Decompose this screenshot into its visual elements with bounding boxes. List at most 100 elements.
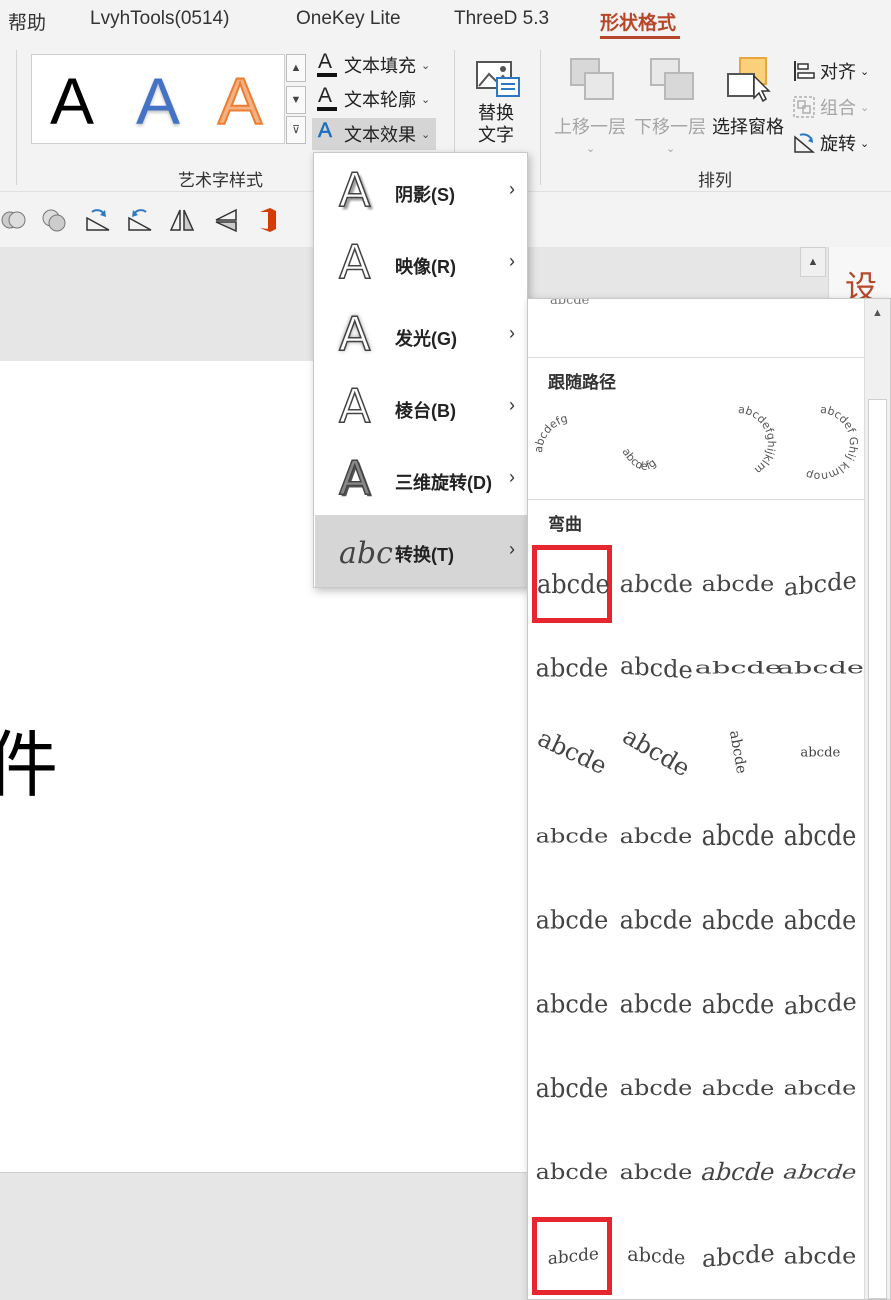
tab-onekey-lite[interactable]: OneKey Lite xyxy=(296,8,401,30)
tab-lvyhtools[interactable]: LvyhTools(0514) xyxy=(90,8,229,30)
warp-style-tile[interactable]: abcde xyxy=(780,545,860,623)
warp-style-tile[interactable]: abcde xyxy=(616,545,696,623)
warp-style-tile[interactable]: abcde xyxy=(780,1217,860,1295)
warp-style-tile[interactable]: abcde xyxy=(698,1049,778,1127)
rotate-right-icon[interactable] xyxy=(84,206,112,234)
warp-tile-text: abcde xyxy=(619,651,693,685)
group-label: 组合 xyxy=(820,98,856,118)
warp-style-tile[interactable]: abcde xyxy=(780,713,860,791)
gallery-scroll-up-button[interactable]: ▲ xyxy=(865,301,890,325)
align-label: 对齐 xyxy=(820,62,856,82)
text-effects-icon: A xyxy=(318,119,333,143)
warp-style-tile[interactable]: abcde xyxy=(532,1217,612,1295)
warp-style-tile[interactable]: abcde xyxy=(698,881,778,959)
text-fill-label: 文本填充 xyxy=(344,56,416,76)
warp-style-tile[interactable]: abcde xyxy=(694,629,781,707)
warp-style-tile[interactable]: abcde xyxy=(616,965,696,1043)
send-backward-button[interactable]: 下移一层 ⌄ xyxy=(634,54,710,164)
warp-style-tile[interactable]: abcde xyxy=(780,1049,860,1127)
bring-forward-label: 上移一层 xyxy=(554,117,626,137)
tab-threed[interactable]: ThreeD 5.3 xyxy=(454,8,549,30)
tab-help[interactable]: 帮助 xyxy=(8,8,46,35)
tab-shape-format[interactable]: 形状格式 xyxy=(600,8,676,35)
warp-style-tile[interactable]: abcde xyxy=(616,797,696,875)
menu-item-shadow[interactable]: A 阴影(S) › xyxy=(315,155,527,227)
warp-tile-text: abcde xyxy=(701,1076,775,1100)
warp-tile-text: abcde xyxy=(694,658,782,678)
chevron-down-icon: ⌄ xyxy=(421,128,431,141)
flip-horizontal-icon[interactable] xyxy=(168,206,196,234)
wordart-style-blue[interactable]: A xyxy=(136,61,180,141)
menu-item-transform[interactable]: abc 转换(T) › xyxy=(315,515,527,587)
menu-item-reflection[interactable]: A 映像(R) › xyxy=(315,227,527,299)
warp-tile-text: abcde xyxy=(701,1238,775,1274)
warp-style-tile[interactable]: abcde xyxy=(616,1049,696,1127)
notes-area[interactable] xyxy=(0,1172,530,1300)
text-outline-button[interactable]: A 文本轮廓 ⌄ xyxy=(316,84,430,112)
warp-style-tile[interactable]: abcde xyxy=(780,965,860,1043)
glow-icon: A xyxy=(338,307,371,361)
warp-style-tile[interactable]: abcde xyxy=(698,545,778,623)
wordart-style-orange[interactable]: A xyxy=(217,61,263,141)
warp-style-tile[interactable]: abcde xyxy=(616,1217,696,1295)
warp-style-tile[interactable]: abcde xyxy=(698,1133,778,1211)
path-arch-down-tile[interactable]: abcdefg xyxy=(616,403,696,483)
selection-pane-label: 选择窗格 xyxy=(712,117,784,137)
alt-text-button[interactable]: 替换 文字 xyxy=(470,58,526,158)
warp-style-tile[interactable]: abcde xyxy=(616,713,696,791)
path-button-tile[interactable]: abcdef Ghij klmnop xyxy=(780,403,860,483)
warp-style-tile[interactable]: abcde xyxy=(780,797,860,875)
path-circle-tile[interactable]: abcdefghijklm xyxy=(698,403,778,483)
flip-vertical-icon[interactable] xyxy=(212,206,240,234)
gallery-scrollbar[interactable]: ▲ xyxy=(864,299,890,1299)
gallery-scroll-thumb[interactable] xyxy=(868,399,887,1299)
warp-style-tile[interactable]: abcde xyxy=(698,797,778,875)
warp-style-tile[interactable]: abcde xyxy=(616,881,696,959)
gallery-scroll-up-button[interactable]: ▲ xyxy=(286,54,306,82)
warp-style-tile[interactable]: abcde xyxy=(780,1133,861,1211)
warp-style-tile[interactable]: abcde xyxy=(698,965,778,1043)
menu-item-3d-rotation[interactable]: A 三维旋转(D) › xyxy=(315,443,527,515)
gallery-scroll-down-button[interactable]: ▼ xyxy=(286,86,306,114)
ribbon-tabs: 帮助 LvyhTools(0514) OneKey Lite ThreeD 5.… xyxy=(0,0,891,44)
warp-style-tile[interactable]: abcde xyxy=(616,1133,696,1211)
text-effects-button[interactable]: A 文本效果 ⌄ xyxy=(312,118,437,150)
wordart-style-black[interactable]: A xyxy=(50,61,94,141)
scroll-up-button[interactable]: ▲ xyxy=(800,247,826,277)
group-button[interactable]: 组合 ⌄ xyxy=(792,94,869,120)
warp-tile-text: abcde xyxy=(619,989,693,1019)
warp-style-tile[interactable]: abcde xyxy=(532,545,612,623)
menu-item-bevel[interactable]: A 棱台(B) › xyxy=(315,371,527,443)
office-icon[interactable] xyxy=(254,206,282,234)
warp-tile-text: abcde xyxy=(783,1242,857,1270)
warp-style-tile[interactable]: abcde xyxy=(698,713,778,791)
warp-style-tile[interactable]: abcde xyxy=(776,629,863,707)
warp-style-tile[interactable]: abcde xyxy=(616,629,696,707)
warp-style-tile[interactable]: abcde xyxy=(532,629,612,707)
align-button[interactable]: 对齐 ⌄ xyxy=(792,58,869,84)
warp-style-tile[interactable]: abcde xyxy=(698,1217,778,1295)
intersect-shapes-icon[interactable] xyxy=(40,206,68,234)
gallery-expand-button[interactable]: ⊽ xyxy=(286,116,306,144)
menu-item-glow[interactable]: A 发光(G) › xyxy=(315,299,527,371)
warp-style-tile[interactable]: abcde xyxy=(532,713,612,791)
warp-style-tile[interactable]: abcde xyxy=(532,1133,612,1211)
gallery-top-partial-tile[interactable]: abcde xyxy=(550,299,589,308)
selection-pane-button[interactable]: 选择窗格 xyxy=(712,54,790,164)
chevron-down-icon: ⌄ xyxy=(666,143,676,155)
svg-text:abcdefg: abcdefg xyxy=(534,412,569,454)
merge-shapes-icon[interactable] xyxy=(0,206,28,234)
path-arch-up-tile[interactable]: abcdefg xyxy=(534,403,614,483)
warp-style-tile[interactable]: abcde xyxy=(532,965,612,1043)
text-fill-button[interactable]: A 文本填充 ⌄ xyxy=(316,50,430,78)
warp-style-tile[interactable]: abcde xyxy=(532,797,612,875)
transform-icon: abc xyxy=(339,536,393,571)
bring-forward-button[interactable]: 上移一层 ⌄ xyxy=(554,54,630,164)
warp-style-tile[interactable]: abcde xyxy=(532,1049,612,1127)
warp-style-tile[interactable]: abcde xyxy=(780,881,860,959)
warp-style-tile[interactable]: abcde xyxy=(532,881,612,959)
slide-text[interactable]: 件 xyxy=(0,706,58,811)
rotate-button[interactable]: 旋转 ⌄ xyxy=(792,130,869,156)
chevron-down-icon: ⌄ xyxy=(860,65,870,78)
rotate-left-icon[interactable] xyxy=(126,206,154,234)
